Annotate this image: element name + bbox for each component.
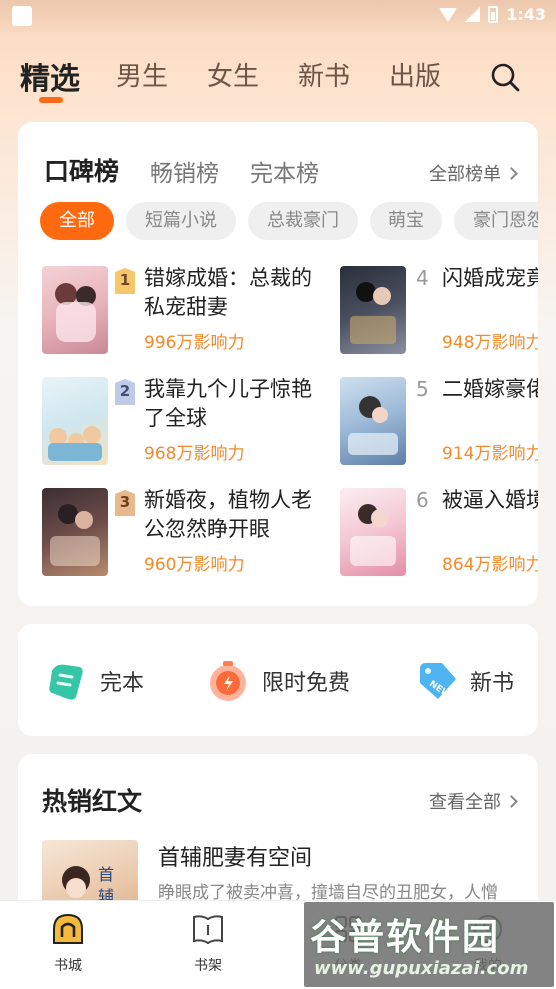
watermark-title: 谷普软件园 — [310, 917, 501, 958]
new-tag-icon: NEW — [420, 663, 456, 701]
battery-icon — [488, 6, 499, 23]
tab-bestseller[interactable]: 畅销榜 — [150, 154, 219, 188]
svg-text:首: 首 — [98, 865, 114, 884]
rank-badge-bronze: 3 — [114, 490, 136, 516]
book-title: 二婚嫁豪佬，渣前 — [442, 377, 538, 401]
book-title: 我靠九个儿子惊艳了全球 — [144, 377, 312, 430]
rank-badge-gold: 1 — [114, 268, 136, 294]
watermark-url: www.gupuxiazai.com — [314, 958, 529, 979]
category-chips: 全部 短篇小说 总裁豪门 萌宝 豪门恩怨 — [40, 202, 538, 242]
ranking-book-1[interactable]: 1 错嫁成婚：总裁的私宠甜妻 996万影响力 — [42, 266, 342, 356]
quick-links-card: 完本 限时免费 NEW 新书 — [18, 624, 538, 736]
tab-completed[interactable]: 完本榜 — [250, 154, 319, 188]
chip-all[interactable]: 全部 — [40, 202, 114, 240]
top-tabs: 精选 男生 女生 新书 出版 — [0, 52, 556, 103]
ranking-card: 口碑榜 畅销榜 完本榜 全部榜单 全部 短篇小说 总裁豪门 萌宝 豪门恩怨 1 … — [18, 122, 538, 606]
signal-icon — [465, 7, 481, 22]
chevron-right-icon — [505, 166, 518, 180]
timer-icon — [210, 661, 246, 701]
ranking-book-2[interactable]: 2 我靠九个儿子惊艳了全球 968万影响力 — [42, 377, 342, 467]
book-influence: 960万影响力 — [144, 555, 245, 575]
bookshelf-icon — [193, 915, 223, 945]
notification-icon — [12, 6, 32, 26]
bookstore-icon — [53, 913, 83, 944]
all-rankings-link[interactable]: 全部榜单 — [429, 160, 518, 186]
tab-word-of-mouth[interactable]: 口碑榜 — [44, 152, 119, 188]
book-influence: 864万影响力 — [442, 555, 538, 575]
book-cover — [42, 377, 108, 465]
book-cover — [340, 488, 406, 576]
book-title: 闪婚成宠竟是千亿 — [442, 266, 538, 290]
quick-link-completed[interactable]: 完本 — [42, 654, 144, 708]
quick-link-new[interactable]: NEW 新书 — [412, 654, 514, 708]
book-title: 错嫁成婚：总裁的私宠甜妻 — [144, 266, 312, 319]
book-cover — [42, 266, 108, 354]
search-icon[interactable] — [489, 61, 521, 93]
ranking-book-3[interactable]: 3 新婚夜，植物人老公忽然睁开眼 960万影响力 — [42, 488, 342, 578]
book-influence: 996万影响力 — [144, 333, 245, 353]
book-influence: 968万影响力 — [144, 444, 245, 464]
status-icons: 1:43 — [439, 5, 546, 24]
rank-number: 5 — [416, 377, 429, 401]
section-title: 热销红文 — [42, 787, 143, 816]
status-bar: 1:43 — [0, 0, 556, 32]
tab-male[interactable]: 男生 — [116, 56, 168, 93]
tab-new-books[interactable]: 新书 — [298, 56, 350, 93]
status-time: 1:43 — [506, 5, 546, 24]
ranking-book-6[interactable]: 6 被逼入婚境，我枯 864万影响力 — [340, 488, 538, 578]
rank-badge-silver: 2 — [114, 379, 136, 405]
book-title: 被逼入婚境，我枯 — [442, 488, 538, 512]
chip-cute-baby[interactable]: 萌宝 — [370, 202, 442, 240]
book-title: 新婚夜，植物人老公忽然睁开眼 — [144, 488, 312, 541]
nav-label: 书城 — [54, 958, 82, 974]
book-influence: 914万影响力 — [442, 444, 538, 464]
chip-wealthy-feud[interactable]: 豪门恩怨 — [454, 202, 538, 240]
nav-bookstore[interactable]: 书城 — [28, 911, 108, 975]
watermark: 谷普软件园 www.gupuxiazai.com — [304, 902, 554, 987]
tab-featured[interactable]: 精选 — [20, 54, 80, 98]
book-cover — [340, 266, 406, 354]
chevron-right-icon — [505, 794, 518, 808]
nav-label: 书架 — [194, 958, 222, 974]
quick-link-label: 完本 — [100, 671, 145, 696]
tab-female[interactable]: 女生 — [207, 56, 259, 93]
active-tab-indicator — [39, 97, 63, 103]
ranking-book-4[interactable]: 4 闪婚成宠竟是千亿 948万影响力 — [340, 266, 538, 356]
view-all-link[interactable]: 查看全部 — [429, 788, 518, 814]
nav-bookshelf[interactable]: 书架 — [168, 911, 248, 975]
book-cover — [42, 488, 108, 576]
tab-publishing[interactable]: 出版 — [389, 56, 441, 93]
book-icon — [49, 664, 83, 700]
book-influence: 948万影响力 — [442, 333, 538, 353]
quick-link-label: 限时免费 — [262, 671, 351, 696]
rank-number: 4 — [416, 266, 429, 290]
quick-link-label: 新书 — [470, 671, 515, 696]
chip-short-stories[interactable]: 短篇小说 — [126, 202, 236, 240]
chip-ceo-wealthy[interactable]: 总裁豪门 — [248, 202, 358, 240]
view-all-label: 查看全部 — [429, 792, 501, 813]
quick-link-free[interactable]: 限时免费 — [204, 654, 350, 708]
book-cover — [340, 377, 406, 465]
all-rankings-label: 全部榜单 — [429, 164, 501, 185]
hot-book-title[interactable]: 首辅肥妻有空间 — [158, 840, 312, 872]
ranking-book-5[interactable]: 5 二婚嫁豪佬，渣前 914万影响力 — [340, 377, 538, 467]
rank-number: 6 — [416, 488, 429, 512]
wifi-icon — [439, 7, 458, 22]
